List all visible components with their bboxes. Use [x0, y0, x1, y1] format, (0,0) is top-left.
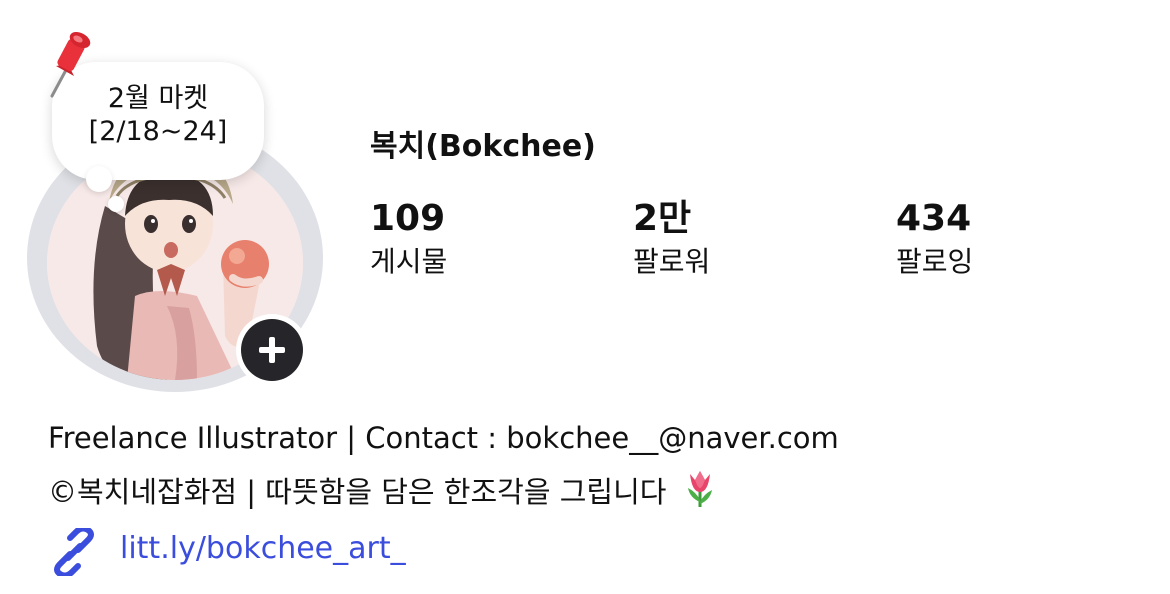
- add-story-button[interactable]: [236, 314, 308, 386]
- tulip-icon: [687, 471, 712, 507]
- stat-value: 434: [896, 198, 972, 239]
- plus-icon: [259, 337, 285, 363]
- bio-line-1: Freelance Illustrator | Contact : bokche…: [48, 421, 839, 455]
- bio-line-2-row: ©복치네잡화점 | 따뜻함을 담은 한조각을 그립니다: [48, 468, 718, 511]
- pushpin-icon: [50, 31, 91, 98]
- stat-value: 109: [370, 198, 446, 239]
- stat-posts[interactable]: 109 게시물: [370, 197, 447, 281]
- note-bubble-tail: [86, 166, 112, 192]
- profile-username: 복치(Bokchee): [370, 129, 596, 164]
- link-icon: [54, 528, 94, 576]
- note-bubble-tail-dot: [108, 196, 124, 212]
- stat-value: 2만: [633, 198, 692, 239]
- stat-label: 게시물: [370, 245, 448, 278]
- stat-label: 팔로잉: [896, 245, 974, 278]
- stat-label: 팔로워: [633, 245, 711, 278]
- bio-line-2: ©복치네잡화점 | 따뜻함을 담은 한조각을 그립니다: [48, 475, 667, 509]
- stat-following[interactable]: 434 팔로잉: [896, 197, 973, 281]
- profile-link-text[interactable]: litt.ly/bokchee_art_: [120, 531, 406, 566]
- note-line-2: [2/18~24]: [88, 116, 228, 147]
- stat-followers[interactable]: 2만 팔로워: [633, 197, 710, 281]
